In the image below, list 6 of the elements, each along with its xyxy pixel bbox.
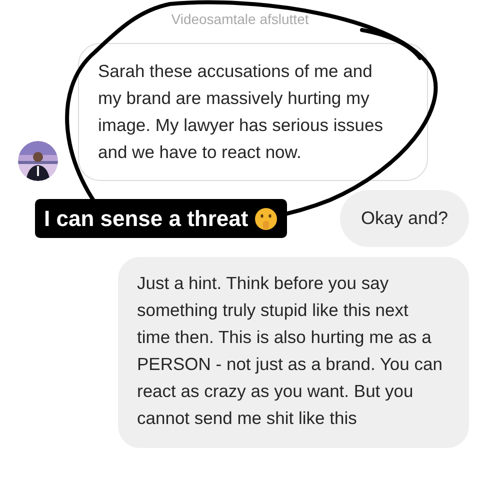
message-bubble: Sarah these accusations of me and my brand are massively hurting my image. My lawyer has serious issues and we have to react now. <box>78 43 428 181</box>
caption-sticker: I can sense a threat <box>35 199 288 238</box>
message-bubble: Okay and? <box>340 190 469 247</box>
system-notice: Videosamtale afsluttet <box>171 10 309 29</box>
message-bubble: Just a hint. Think before you say something truly stupid like this next time then. This is also hurting me as a PERSON - not just as a brand. You can react as crazy as you want. But you cannot send me shit like this <box>118 257 469 448</box>
shushing-face-icon <box>254 206 278 230</box>
